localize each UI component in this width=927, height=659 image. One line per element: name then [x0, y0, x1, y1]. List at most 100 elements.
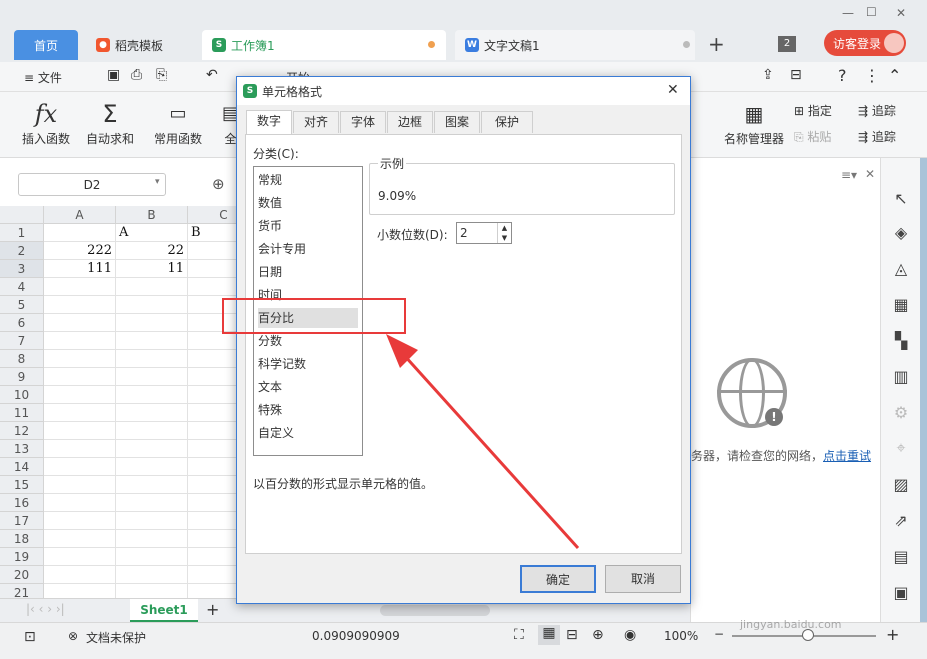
tab-templates[interactable]: ● 稻壳模板 [86, 30, 196, 60]
sheet-nav-icons[interactable]: |‹ ‹ › ›| [26, 602, 65, 616]
collapse-ribbon-icon[interactable]: ⌃ [888, 66, 901, 85]
cell-A3[interactable]: 111 [44, 260, 116, 278]
more-icon[interactable]: ⋮ [864, 66, 880, 85]
cell-B3[interactable]: 11 [116, 260, 188, 278]
cancel-button[interactable]: 取消 [605, 565, 681, 593]
zoom-icon[interactable]: ⊕ [212, 175, 225, 193]
share-side-icon[interactable]: ⇗ [889, 508, 913, 532]
table-icon[interactable]: ▦ [889, 292, 913, 316]
tab-home[interactable]: 首页 [14, 30, 78, 60]
category-item[interactable]: 日期 [258, 262, 358, 282]
column-header[interactable]: B [116, 206, 188, 224]
tab-font[interactable]: 字体 [340, 111, 386, 133]
column-header[interactable]: A [44, 206, 116, 224]
page-break-icon[interactable]: ⊟ [566, 627, 578, 643]
undo-icon[interactable]: ↶ [206, 67, 218, 83]
settings-icon[interactable]: ⚙ [889, 400, 913, 424]
save-icon[interactable]: ▣ [107, 67, 120, 83]
tab-workbook[interactable]: S 工作簿1 [202, 30, 446, 60]
row-header[interactable]: 15 [0, 476, 44, 494]
row-header[interactable]: 21 [0, 584, 44, 598]
tab-number[interactable]: 数字 [246, 110, 292, 134]
row-header[interactable]: 20 [0, 566, 44, 584]
row-header[interactable]: 16 [0, 494, 44, 512]
paste-button[interactable]: ⎘ 粘贴 [794, 128, 831, 145]
row-header[interactable]: 7 [0, 332, 44, 350]
sheet-tab-sheet1[interactable]: Sheet1 [130, 599, 198, 622]
fullscreen-icon[interactable]: ⛶ [514, 627, 524, 643]
row-header[interactable]: 5 [0, 296, 44, 314]
pin-icon[interactable]: ⌖ [889, 436, 913, 460]
chart-icon[interactable]: ▥ [889, 364, 913, 388]
spin-arrows-icon[interactable]: ▲ ▼ [497, 223, 511, 243]
tab-alignment[interactable]: 对齐 [293, 111, 339, 133]
row-header[interactable]: 1 [0, 224, 44, 242]
common-functions-button[interactable]: ▭ 常用函数 [154, 98, 202, 147]
decimals-stepper[interactable]: 2 ▲ ▼ [456, 222, 512, 244]
login-button[interactable]: 访客登录 [824, 30, 906, 56]
zoom-in-button[interactable]: + [886, 625, 899, 644]
tab-pattern[interactable]: 图案 [434, 111, 480, 133]
category-item[interactable]: 科学记数 [258, 354, 358, 374]
fill-icon[interactable]: ◬ [889, 256, 913, 280]
row-header[interactable]: 10 [0, 386, 44, 404]
help-icon[interactable]: ? [838, 66, 847, 85]
row-header[interactable]: 3 [0, 260, 44, 278]
tab-protection[interactable]: 保护 [481, 111, 533, 133]
row-header[interactable]: 14 [0, 458, 44, 476]
protect-status[interactable]: 文档未保护 [86, 629, 146, 646]
horizontal-scrollbar[interactable] [380, 605, 490, 616]
add-sheet-button[interactable]: + [206, 600, 219, 619]
category-item[interactable]: 货币 [258, 216, 358, 236]
row-header[interactable]: 19 [0, 548, 44, 566]
category-item[interactable]: 自定义 [258, 423, 358, 443]
print-icon[interactable]: ⎘ [156, 67, 167, 83]
export-icon[interactable]: ⊟ [790, 67, 802, 83]
macro-icon[interactable]: ⊡ [24, 629, 36, 645]
row-header[interactable]: 11 [0, 404, 44, 422]
row-header[interactable]: 17 [0, 512, 44, 530]
apps-icon[interactable]: ▚ [889, 328, 913, 352]
tab-border[interactable]: 边框 [387, 111, 433, 133]
new-tab-button[interactable]: + [708, 32, 725, 56]
cell-A2[interactable]: 222 [44, 242, 116, 260]
pane-menu-icon[interactable]: ≡▾ [841, 168, 857, 182]
tab-document[interactable]: W 文字文稿1 [455, 30, 695, 60]
name-manager-button[interactable]: ▦ 名称管理器 [724, 98, 784, 147]
category-item[interactable]: 会计专用 [258, 239, 358, 259]
shapes-icon[interactable]: ◈ [889, 220, 913, 244]
trace-precedents-button[interactable]: ⇶ 追踪 [858, 102, 896, 119]
image-icon[interactable]: ▨ [889, 472, 913, 496]
cell-A1[interactable]: A [116, 224, 188, 242]
maximize-button[interactable]: ☐ [866, 5, 877, 19]
file-menu[interactable]: ≡ 文件 [24, 69, 62, 86]
category-item[interactable]: 文本 [258, 377, 358, 397]
share-icon[interactable]: ⇪ [762, 67, 774, 83]
row-header[interactable]: 4 [0, 278, 44, 296]
category-item[interactable]: 分数 [258, 331, 358, 351]
minimize-button[interactable]: — [842, 6, 854, 20]
row-header[interactable]: 6 [0, 314, 44, 332]
read-mode-icon[interactable]: ⊕ [592, 627, 604, 643]
specify-button[interactable]: ⊞ 指定 [794, 102, 832, 119]
retry-link[interactable]: 点击重试 [823, 447, 871, 464]
category-item[interactable]: 数值 [258, 193, 358, 213]
category-item[interactable]: 常规 [258, 170, 358, 190]
archive-icon[interactable]: ▤ [889, 544, 913, 568]
trace-dependents-button[interactable]: ⇶ 追踪 [858, 128, 896, 145]
window-count-badge[interactable]: 2 [778, 36, 796, 52]
select-icon[interactable]: ↖ [889, 186, 913, 210]
insert-function-button[interactable]: fx 插入函数 [22, 98, 70, 147]
row-header[interactable]: 2 [0, 242, 44, 260]
row-header[interactable]: 12 [0, 422, 44, 440]
name-box[interactable]: D2 ▾ [18, 173, 166, 196]
category-item[interactable]: 特殊 [258, 400, 358, 420]
normal-view-icon[interactable]: ▦ [538, 625, 560, 645]
zoom-out-button[interactable]: − [714, 627, 724, 641]
dialog-close-icon[interactable]: ✕ [667, 82, 679, 98]
zoom-level[interactable]: 100% [664, 629, 698, 643]
select-all-corner[interactable] [0, 206, 44, 224]
cell-B2[interactable]: 22 [116, 242, 188, 260]
row-header[interactable]: 9 [0, 368, 44, 386]
pane-close-icon[interactable]: ✕ [865, 167, 875, 181]
